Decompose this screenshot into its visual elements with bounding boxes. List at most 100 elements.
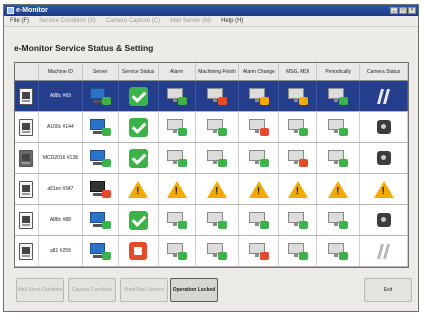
menu-bar: File (F) Service Condition (S) Camera Ca… bbox=[4, 16, 418, 27]
machine-icon-cell bbox=[15, 81, 39, 111]
menu-help[interactable]: Help (H) bbox=[221, 18, 243, 24]
paused-icon bbox=[377, 88, 391, 104]
warning-icon bbox=[248, 180, 269, 198]
table-row[interactable]: A88c #69 bbox=[15, 81, 408, 112]
table-row[interactable]: A88c #88 bbox=[15, 205, 408, 236]
machine-icon-cell bbox=[15, 236, 39, 266]
table-body: A88c #69 A100c #144 MCD2016 #138 a51nx #347… bbox=[15, 81, 408, 267]
menu-file[interactable]: File (F) bbox=[10, 18, 29, 24]
service-status-cell bbox=[119, 143, 159, 173]
service-status-cell bbox=[119, 174, 159, 204]
header-periodically: Periodically bbox=[317, 63, 361, 80]
operation-locked-button[interactable]: Operation Locked bbox=[170, 278, 218, 302]
msg-mdi-cell bbox=[279, 112, 318, 142]
mail-send-condition-button[interactable]: Mail Send Condition bbox=[16, 278, 64, 302]
stop-icon bbox=[129, 242, 148, 260]
machine-icon-cell bbox=[15, 205, 39, 235]
camera-status-cell bbox=[360, 205, 408, 235]
alarm-change-cell bbox=[239, 236, 280, 266]
menu-mail-server[interactable]: Mail Server (M) bbox=[170, 18, 211, 24]
header-icon bbox=[15, 63, 39, 80]
monitor-ok-icon bbox=[328, 87, 349, 105]
monitor-ok-icon bbox=[328, 242, 349, 260]
service-status-cell bbox=[119, 205, 159, 235]
server-cell bbox=[83, 143, 119, 173]
machining-finish-cell bbox=[196, 81, 240, 111]
title-bar: e-Monitor _ □ × bbox=[4, 5, 418, 16]
status-table: Machine ID Server Service Status Alarm M… bbox=[14, 62, 409, 268]
maximize-button[interactable]: □ bbox=[399, 7, 407, 14]
server-ok-icon bbox=[89, 87, 111, 105]
msg-mdi-cell bbox=[279, 205, 318, 235]
machine-icon-cell bbox=[15, 112, 39, 142]
menu-service-condition[interactable]: Service Condition (S) bbox=[39, 18, 96, 24]
machine-icon-cell bbox=[15, 174, 39, 204]
machine-id-cell: MCD2016 #138 bbox=[39, 143, 83, 173]
monitor-ok-icon bbox=[248, 211, 269, 229]
machining-finish-cell bbox=[196, 174, 240, 204]
table-row[interactable]: MCD2016 #138 bbox=[15, 143, 408, 174]
machining-finish-cell bbox=[196, 205, 240, 235]
window-title: e-Monitor bbox=[16, 7, 48, 14]
monitor-ok-icon bbox=[166, 149, 187, 167]
machine-icon bbox=[19, 242, 34, 260]
machine-icon bbox=[19, 118, 34, 136]
server-err-icon bbox=[89, 180, 111, 198]
table-row[interactable]: a81 #259 bbox=[15, 236, 408, 267]
camera-icon bbox=[376, 213, 391, 227]
app-icon bbox=[7, 7, 14, 14]
monitor-ok-icon bbox=[166, 87, 187, 105]
msg-mdi-cell bbox=[279, 143, 318, 173]
monitor-ok-icon bbox=[287, 211, 308, 229]
server-ok-icon bbox=[89, 211, 111, 229]
close-button[interactable]: × bbox=[408, 7, 416, 14]
warning-icon bbox=[373, 180, 394, 198]
header-service-status: Service Status bbox=[119, 63, 159, 80]
warning-icon bbox=[128, 180, 149, 198]
table-header: Machine ID Server Service Status Alarm M… bbox=[15, 63, 408, 81]
monitor-ok-icon bbox=[166, 242, 187, 260]
server-cell bbox=[83, 236, 119, 266]
alarm-cell bbox=[159, 174, 196, 204]
monitor-ok-icon bbox=[206, 211, 227, 229]
machining-finish-cell bbox=[196, 112, 240, 142]
start-stop-service-button[interactable]: Start/Stop Service bbox=[120, 278, 168, 302]
warning-icon bbox=[206, 180, 227, 198]
page-title: e-Monitor Service Status & Setting bbox=[14, 43, 154, 53]
camera-status-cell bbox=[360, 112, 408, 142]
machine-id-cell: A88c #88 bbox=[39, 205, 83, 235]
minimize-button[interactable]: _ bbox=[390, 7, 398, 14]
exit-button[interactable]: Exit bbox=[364, 278, 412, 302]
menu-camera-capture[interactable]: Camera Capture (C) bbox=[106, 18, 160, 24]
table-row[interactable]: A100c #144 bbox=[15, 112, 408, 143]
msg-mdi-cell bbox=[279, 81, 318, 111]
monitor-warn-icon bbox=[287, 87, 308, 105]
header-machining-finish: Machining Finish bbox=[196, 63, 240, 80]
service-status-cell bbox=[119, 112, 159, 142]
alarm-cell bbox=[159, 81, 196, 111]
alarm-change-cell bbox=[239, 112, 280, 142]
capture-condition-button[interactable]: Capture Condition bbox=[68, 278, 116, 302]
server-cell bbox=[83, 81, 119, 111]
machine-id-cell: A88c #69 bbox=[39, 81, 83, 111]
periodically-cell bbox=[317, 174, 361, 204]
periodically-cell bbox=[317, 112, 361, 142]
table-row[interactable]: a51nx #347 bbox=[15, 174, 408, 205]
server-ok-icon bbox=[89, 242, 111, 260]
machine-id-cell: a81 #259 bbox=[39, 236, 83, 266]
periodically-cell bbox=[317, 81, 361, 111]
camera-status-cell bbox=[360, 236, 408, 266]
camera-status-cell bbox=[360, 174, 408, 204]
server-cell bbox=[83, 205, 119, 235]
periodically-cell bbox=[317, 143, 361, 173]
camera-status-cell bbox=[360, 81, 408, 111]
server-cell bbox=[83, 174, 119, 204]
monitor-warn-icon bbox=[248, 87, 269, 105]
check-icon bbox=[128, 86, 148, 106]
periodically-cell bbox=[317, 236, 361, 266]
warning-icon bbox=[328, 180, 349, 198]
camera-status-cell bbox=[360, 143, 408, 173]
paused-icon bbox=[377, 243, 391, 259]
monitor-ok-icon bbox=[206, 242, 227, 260]
header-alarm-change: Alarm Change bbox=[239, 63, 280, 80]
